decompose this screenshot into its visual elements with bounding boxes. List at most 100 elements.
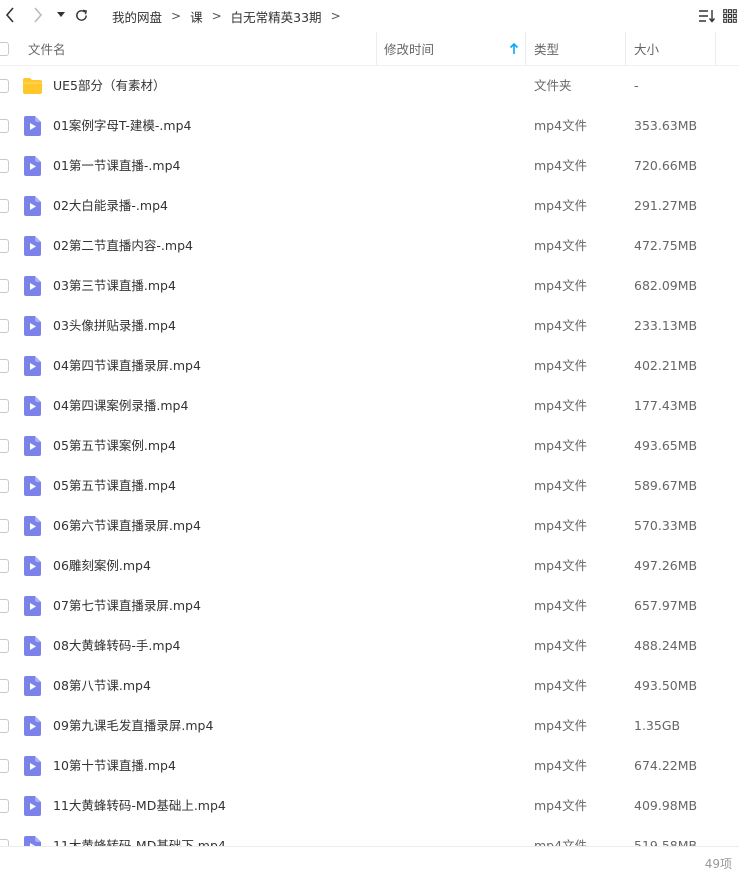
row-checkbox[interactable] — [0, 479, 9, 493]
video-file-icon — [24, 356, 42, 376]
file-name[interactable]: UE5部分（有素材） — [53, 66, 166, 106]
file-name[interactable]: 01第一节课直播-.mp4 — [53, 146, 180, 186]
refresh-button[interactable] — [73, 4, 89, 26]
file-list: UE5部分（有素材） 文件夹 - 01案例字母T-建模-.mp4 mp4文件 353.63… — [0, 66, 739, 846]
video-file-icon — [24, 676, 42, 696]
column-divider[interactable] — [376, 32, 377, 65]
file-type: mp4文件 — [534, 438, 588, 453]
file-type: mp4文件 — [534, 598, 588, 613]
row-checkbox[interactable] — [0, 599, 9, 613]
file-type: mp4文件 — [534, 558, 588, 573]
file-row[interactable]: 09第九课毛发直播录屏.mp4 mp4文件 1.35GB — [0, 706, 739, 746]
column-header-modified[interactable]: 修改时间 — [384, 32, 434, 65]
column-divider[interactable] — [525, 32, 526, 65]
row-checkbox[interactable] — [0, 559, 9, 573]
breadcrumb: 我的网盘 > 课 > 白无常精英33期 > — [112, 0, 350, 32]
file-row[interactable]: 08第八节课.mp4 mp4文件 493.50MB — [0, 666, 739, 706]
file-size: - — [634, 78, 639, 93]
forward-button[interactable] — [30, 4, 46, 26]
row-checkbox[interactable] — [0, 119, 9, 133]
row-checkbox[interactable] — [0, 319, 9, 333]
file-row[interactable]: 04第四节课直播录屏.mp4 mp4文件 402.21MB — [0, 346, 739, 386]
file-row[interactable]: 06雕刻案例.mp4 mp4文件 497.26MB — [0, 546, 739, 586]
file-name[interactable]: 11大黄蜂转码-MD基础上.mp4 — [53, 786, 226, 826]
row-checkbox[interactable] — [0, 279, 9, 293]
select-all-checkbox[interactable] — [0, 42, 9, 56]
file-row[interactable]: 06第六节课直播录屏.mp4 mp4文件 570.33MB — [0, 506, 739, 546]
row-checkbox[interactable] — [0, 759, 9, 773]
row-checkbox[interactable] — [0, 399, 9, 413]
video-file-icon — [24, 596, 42, 616]
breadcrumb-item-current-folder[interactable]: 白无常精英33期 — [231, 7, 322, 26]
file-row[interactable]: 11大黄蜂转码-MD基础上.mp4 mp4文件 409.98MB — [0, 786, 739, 826]
row-checkbox[interactable] — [0, 839, 9, 846]
file-row[interactable]: 01第一节课直播-.mp4 mp4文件 720.66MB — [0, 146, 739, 186]
file-name[interactable]: 08第八节课.mp4 — [53, 666, 151, 706]
file-size: 472.75MB — [634, 238, 698, 253]
file-name[interactable]: 03第三节课直播.mp4 — [53, 266, 176, 306]
file-row[interactable]: 04第四课案例录播.mp4 mp4文件 177.43MB — [0, 386, 739, 426]
row-checkbox[interactable] — [0, 359, 9, 373]
column-header-size[interactable]: 大小 — [634, 32, 659, 65]
file-row[interactable]: 01案例字母T-建模-.mp4 mp4文件 353.63MB — [0, 106, 739, 146]
sort-ascending-icon[interactable] — [509, 32, 519, 65]
view-mode-button[interactable] — [723, 6, 737, 26]
row-checkbox[interactable] — [0, 79, 9, 93]
file-name[interactable]: 03头像拼贴录播.mp4 — [53, 306, 176, 346]
file-name[interactable]: 05第五节课案例.mp4 — [53, 426, 176, 466]
file-size: 519.58MB — [634, 838, 698, 846]
file-size: 674.22MB — [634, 758, 698, 773]
file-row[interactable]: 02第二节直播内容-.mp4 mp4文件 472.75MB — [0, 226, 739, 266]
file-row[interactable]: 08大黄蜂转码-手.mp4 mp4文件 488.24MB — [0, 626, 739, 666]
file-name[interactable]: 09第九课毛发直播录屏.mp4 — [53, 706, 213, 746]
file-name[interactable]: 02第二节直播内容-.mp4 — [53, 226, 193, 266]
row-checkbox[interactable] — [0, 159, 9, 173]
file-row[interactable]: 10第十节课直播.mp4 mp4文件 674.22MB — [0, 746, 739, 786]
file-name[interactable]: 01案例字母T-建模-.mp4 — [53, 106, 191, 146]
video-file-icon — [24, 516, 42, 536]
file-name[interactable]: 05第五节课直播.mp4 — [53, 466, 176, 506]
file-row[interactable]: 11大黄蜂转码-MD基础下.mp4 mp4文件 519.58MB — [0, 826, 739, 846]
back-button[interactable] — [2, 4, 18, 26]
column-divider[interactable] — [715, 32, 716, 65]
breadcrumb-item-my-drive[interactable]: 我的网盘 — [112, 7, 162, 26]
file-type: mp4文件 — [534, 118, 588, 133]
row-checkbox[interactable] — [0, 519, 9, 533]
grid-view-icon — [723, 9, 737, 23]
breadcrumb-item-course[interactable]: 课 — [190, 7, 203, 26]
video-file-icon — [24, 396, 42, 416]
file-row[interactable]: 05第五节课直播.mp4 mp4文件 589.67MB — [0, 466, 739, 506]
row-checkbox[interactable] — [0, 679, 9, 693]
row-checkbox[interactable] — [0, 799, 9, 813]
file-size: 657.97MB — [634, 598, 698, 613]
file-name[interactable]: 04第四课案例录播.mp4 — [53, 386, 188, 426]
file-type: mp4文件 — [534, 318, 588, 333]
file-size: 493.65MB — [634, 438, 698, 453]
column-divider[interactable] — [625, 32, 626, 65]
file-row[interactable]: 02大白能录播-.mp4 mp4文件 291.27MB — [0, 186, 739, 226]
file-type: mp4文件 — [534, 358, 588, 373]
history-dropdown-button[interactable] — [55, 4, 67, 26]
sort-button[interactable] — [698, 6, 716, 26]
file-name[interactable]: 10第十节课直播.mp4 — [53, 746, 176, 786]
file-row[interactable]: 03头像拼贴录播.mp4 mp4文件 233.13MB — [0, 306, 739, 346]
row-checkbox[interactable] — [0, 239, 9, 253]
column-header-type[interactable]: 类型 — [534, 32, 559, 65]
file-name[interactable]: 02大白能录播-.mp4 — [53, 186, 168, 226]
file-name[interactable]: 11大黄蜂转码-MD基础下.mp4 — [53, 826, 226, 846]
file-name[interactable]: 08大黄蜂转码-手.mp4 — [53, 626, 180, 666]
file-row[interactable]: 07第七节课直播录屏.mp4 mp4文件 657.97MB — [0, 586, 739, 626]
file-size: 720.66MB — [634, 158, 698, 173]
row-checkbox[interactable] — [0, 199, 9, 213]
file-row[interactable]: 03第三节课直播.mp4 mp4文件 682.09MB — [0, 266, 739, 306]
column-header-name[interactable]: 文件名 — [28, 32, 66, 65]
file-name[interactable]: 07第七节课直播录屏.mp4 — [53, 586, 201, 626]
file-row[interactable]: UE5部分（有素材） 文件夹 - — [0, 66, 739, 106]
file-name[interactable]: 04第四节课直播录屏.mp4 — [53, 346, 201, 386]
file-name[interactable]: 06第六节课直播录屏.mp4 — [53, 506, 201, 546]
file-row[interactable]: 05第五节课案例.mp4 mp4文件 493.65MB — [0, 426, 739, 466]
row-checkbox[interactable] — [0, 719, 9, 733]
row-checkbox[interactable] — [0, 439, 9, 453]
row-checkbox[interactable] — [0, 639, 9, 653]
file-name[interactable]: 06雕刻案例.mp4 — [53, 546, 151, 586]
